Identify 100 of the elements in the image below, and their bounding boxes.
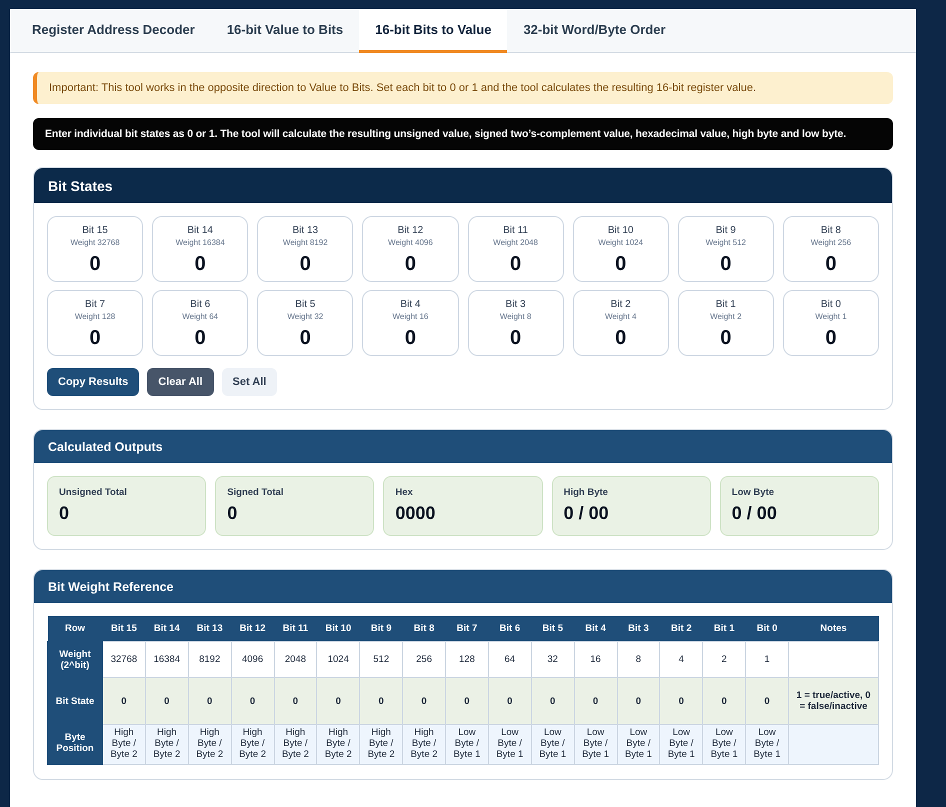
row-header: Weight (2^bit) [48, 642, 102, 678]
table-cell: High Byte / Byte 2 [188, 724, 232, 764]
table-cell: High Byte / Byte 2 [360, 724, 403, 764]
bit-label: Bit 0 [820, 299, 841, 310]
action-button[interactable]: Copy Results [47, 368, 140, 396]
bit-weight: Weight 8 [500, 312, 532, 321]
bit-value: 0 [194, 253, 206, 276]
bit-toggle[interactable]: Bit 0 Weight 1 0 [782, 290, 879, 356]
bit-toggle[interactable]: Bit 5 Weight 32 0 [257, 290, 354, 356]
table-cell: 0 [746, 678, 788, 724]
output-value: 0 [227, 503, 238, 524]
bit-label: Bit 5 [295, 299, 316, 310]
bit-value: 0 [615, 327, 626, 350]
table-cell: 0 [446, 678, 488, 724]
table-cell: Low Byte / Byte 1 [660, 724, 703, 764]
output-value: 0 [59, 503, 70, 524]
notice-banner: Important: This tool works in the opposite direction to Value to Bits. Set each bit to 0 or 1 and the tool calculates the resulting 16-bit register value. [33, 72, 893, 104]
bit-toggle[interactable]: Bit 11 Weight 2048 0 [468, 216, 564, 282]
tab[interactable]: 32-bit Word/Byte Order [507, 9, 682, 53]
table-cell: 0 [617, 678, 660, 724]
bit-label: Bit 8 [820, 225, 841, 236]
table-cell: 1024 [316, 642, 360, 678]
table-cell: 32 [531, 642, 574, 678]
bit-weight: Weight 2048 [493, 238, 538, 247]
table-cell: 128 [446, 642, 488, 678]
column-header: Bit 2 [660, 616, 703, 642]
column-header: Bit 7 [446, 616, 488, 642]
table-cell: Low Byte / Byte 1 [574, 724, 617, 764]
bit-label: Bit 4 [400, 299, 420, 310]
table-cell: 4096 [231, 642, 274, 678]
bit-weight: Weight 8192 [282, 238, 328, 247]
bit-toggle[interactable]: Bit 14 Weight 16384 0 [152, 216, 248, 282]
table-cell: Low Byte / Byte 1 [746, 724, 788, 764]
column-header: Bit 13 [188, 616, 232, 642]
bit-toggle[interactable]: Bit 1 Weight 2 0 [678, 290, 774, 356]
table-cell: 2 [702, 642, 746, 678]
table-cell: High Byte / Byte 2 [316, 724, 360, 764]
table-cell: High Byte / Byte 2 [274, 724, 317, 764]
bit-weight: Weight 1 [815, 312, 847, 321]
bit-toggle[interactable]: Bit 8 Weight 256 0 [782, 216, 879, 282]
card-title: Bit States [34, 168, 892, 203]
table-cell: 0 [145, 678, 188, 724]
bit-value: 0 [300, 253, 311, 276]
table-cell: 1 [746, 642, 788, 678]
bit-weight: Weight 2 [710, 312, 742, 321]
column-header: Bit 14 [145, 616, 188, 642]
bit-value: 0 [510, 327, 522, 350]
bit-toggle[interactable]: Bit 13 Weight 8192 0 [257, 216, 354, 282]
column-header: Bit 0 [746, 616, 788, 642]
table-cell: Low Byte / Byte 1 [488, 724, 532, 764]
bit-label: Bit 12 [398, 225, 424, 236]
table-cell: High Byte / Byte 2 [231, 724, 274, 764]
bit-weight: Weight 4096 [388, 238, 433, 247]
table-cell: 0 [274, 678, 317, 724]
table-cell: 0 [488, 678, 532, 724]
action-button[interactable]: Clear All [147, 368, 214, 396]
table-cell: 64 [488, 642, 532, 678]
column-header: Bit 5 [531, 616, 574, 642]
column-header: Bit 8 [402, 616, 446, 642]
bit-toggle[interactable]: Bit 15 Weight 32768 0 [47, 216, 144, 282]
bit-weight: Weight 16 [392, 312, 428, 321]
bit-label: Bit 7 [85, 299, 106, 310]
bit-weight: Weight 128 [74, 312, 116, 321]
bit-value: 0 [825, 253, 836, 276]
bit-toggle[interactable]: Bit 7 Weight 128 0 [47, 290, 144, 356]
tab[interactable]: 16-bit Value to Bits [210, 9, 360, 53]
bit-toggle[interactable]: Bit 10 Weight 1024 0 [572, 216, 669, 282]
bit-label: Bit 11 [503, 225, 528, 236]
output-label: High Byte [564, 487, 609, 498]
bit-value: 0 [720, 253, 732, 276]
table-cell: 0 [102, 678, 146, 724]
table-cell: 256 [402, 642, 446, 678]
tab[interactable]: 16-bit Bits to Value [359, 9, 508, 53]
table-cell: 8192 [188, 642, 232, 678]
action-button[interactable]: Set All [222, 368, 278, 396]
bit-toggle[interactable]: Bit 12 Weight 4096 0 [362, 216, 458, 282]
table-cell: 0 [531, 678, 574, 724]
bit-toggle[interactable]: Bit 3 Weight 8 0 [468, 290, 564, 356]
table-cell: 0 [702, 678, 746, 724]
tab[interactable]: Register Address Decoder [16, 9, 211, 53]
column-header: Bit 12 [231, 616, 274, 642]
bit-weight: Weight 4 [604, 312, 636, 321]
bit-toggle[interactable]: Bit 6 Weight 64 0 [152, 290, 248, 356]
table-cell: 16384 [145, 642, 188, 678]
bit-weight: Weight 32 [287, 312, 324, 321]
table-cell: 16 [574, 642, 617, 678]
bit-toggle[interactable]: Bit 2 Weight 4 0 [572, 290, 669, 356]
bit-toggle[interactable]: Bit 4 Weight 16 0 [362, 290, 458, 356]
table-cell: Low Byte / Byte 1 [531, 724, 574, 764]
table-cell: 0 [316, 678, 360, 724]
bit-weight: Weight 64 [182, 312, 218, 321]
column-header: Bit 11 [274, 616, 317, 642]
table-cell: 32768 [102, 642, 146, 678]
bit-toggle[interactable]: Bit 9 Weight 512 0 [678, 216, 774, 282]
output-label: Unsigned Total [59, 487, 128, 498]
bit-value: 0 [510, 253, 522, 276]
instruction-banner: Enter individual bit states as 0 or 1. The tool will calculate the resulting unsigned value, signed two’s-complement value, hexadecimal value, high byte and low byte. [33, 118, 893, 150]
bit-label: Bit 6 [190, 299, 210, 310]
bit-value: 0 [194, 327, 206, 350]
bit-weight: Weight 256 [810, 238, 852, 247]
